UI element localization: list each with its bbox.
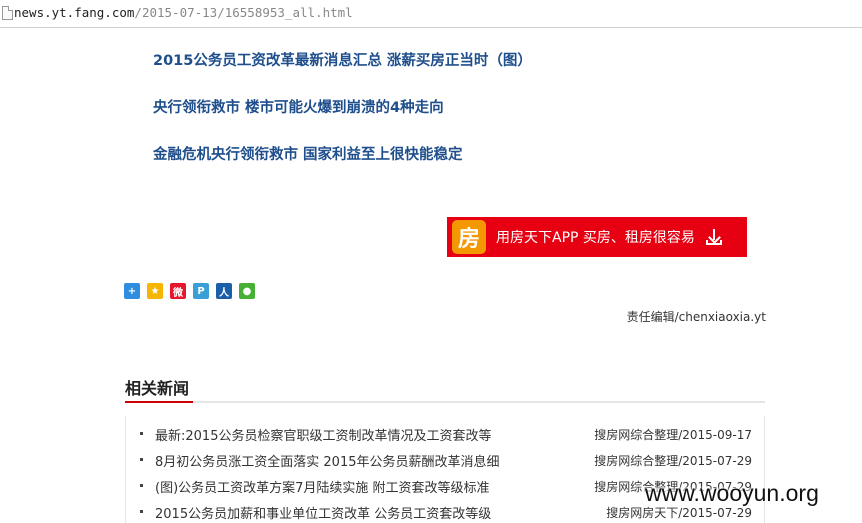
fang-logo-icon: 房 [452, 220, 486, 254]
news-source-date: 搜房网综合整理/2015-09-17 [594, 428, 752, 442]
page-icon [2, 6, 13, 20]
section-divider [125, 401, 765, 403]
headline-link[interactable]: 2015公务员工资改革最新消息汇总 涨薪买房正当时（图） [153, 49, 532, 70]
qzone-icon[interactable]: ★ [147, 283, 163, 299]
bullet [140, 432, 143, 435]
renren-icon[interactable]: 人 [216, 283, 232, 299]
news-title[interactable]: 最新:2015公务员检察官职级工资制改革情况及工资套改等 [155, 425, 491, 444]
news-source-date: 搜房网综合整理/2015-07-29 [594, 454, 752, 468]
news-title[interactable]: (图)公务员工资改革方案7月陆续实施 附工资套改等级标准 [155, 477, 490, 496]
address-bar[interactable]: news.yt.fang.com/2015-07-13/16558953_all… [0, 0, 862, 28]
wechat-icon[interactable]: ● [239, 283, 255, 299]
headline-link[interactable]: 央行领衔救市 楼市可能火爆到崩溃的4种走向 [153, 96, 444, 117]
editor-credit: 责任编辑/chenxiaoxia.yt [626, 310, 766, 324]
share-more-icon[interactable]: + [124, 283, 140, 299]
url-host: news.yt.fang.com [14, 5, 135, 20]
url-text[interactable]: news.yt.fang.com/2015-07-13/16558953_all… [14, 5, 353, 20]
related-news-heading: 相关新闻 [125, 379, 190, 398]
bullet [140, 510, 143, 513]
weibo-icon[interactable]: 微 [170, 283, 186, 299]
headline-link[interactable]: 金融危机央行领衔救市 国家利益至上很快能稳定 [153, 143, 463, 164]
bullet [140, 458, 143, 461]
list-item[interactable]: 8月初公务员涨工资全面落实 2015年公务员薪酬改革消息细 搜房网综合整理/20… [126, 450, 766, 470]
list-item[interactable]: 最新:2015公务员检察官职级工资制改革情况及工资套改等 搜房网综合整理/201… [126, 424, 766, 444]
news-title[interactable]: 8月初公务员涨工资全面落实 2015年公务员薪酬改革消息细 [155, 451, 500, 470]
bullet [140, 484, 143, 487]
tencent-weibo-icon[interactable]: P [193, 283, 209, 299]
url-path: /2015-07-13/16558953_all.html [134, 5, 353, 20]
app-download-banner[interactable]: 房 用房天下APP 买房、租房很容易 [447, 217, 747, 257]
app-banner-text: 用房天下APP 买房、租房很容易 [496, 230, 695, 246]
news-title[interactable]: 2015公务员加薪和事业单位工资改革 公务员工资套改等级 [155, 503, 491, 522]
watermark: www.wooyun.org [645, 480, 819, 506]
share-bar: + ★ 微 P 人 ● [124, 283, 255, 299]
download-icon [705, 228, 723, 246]
